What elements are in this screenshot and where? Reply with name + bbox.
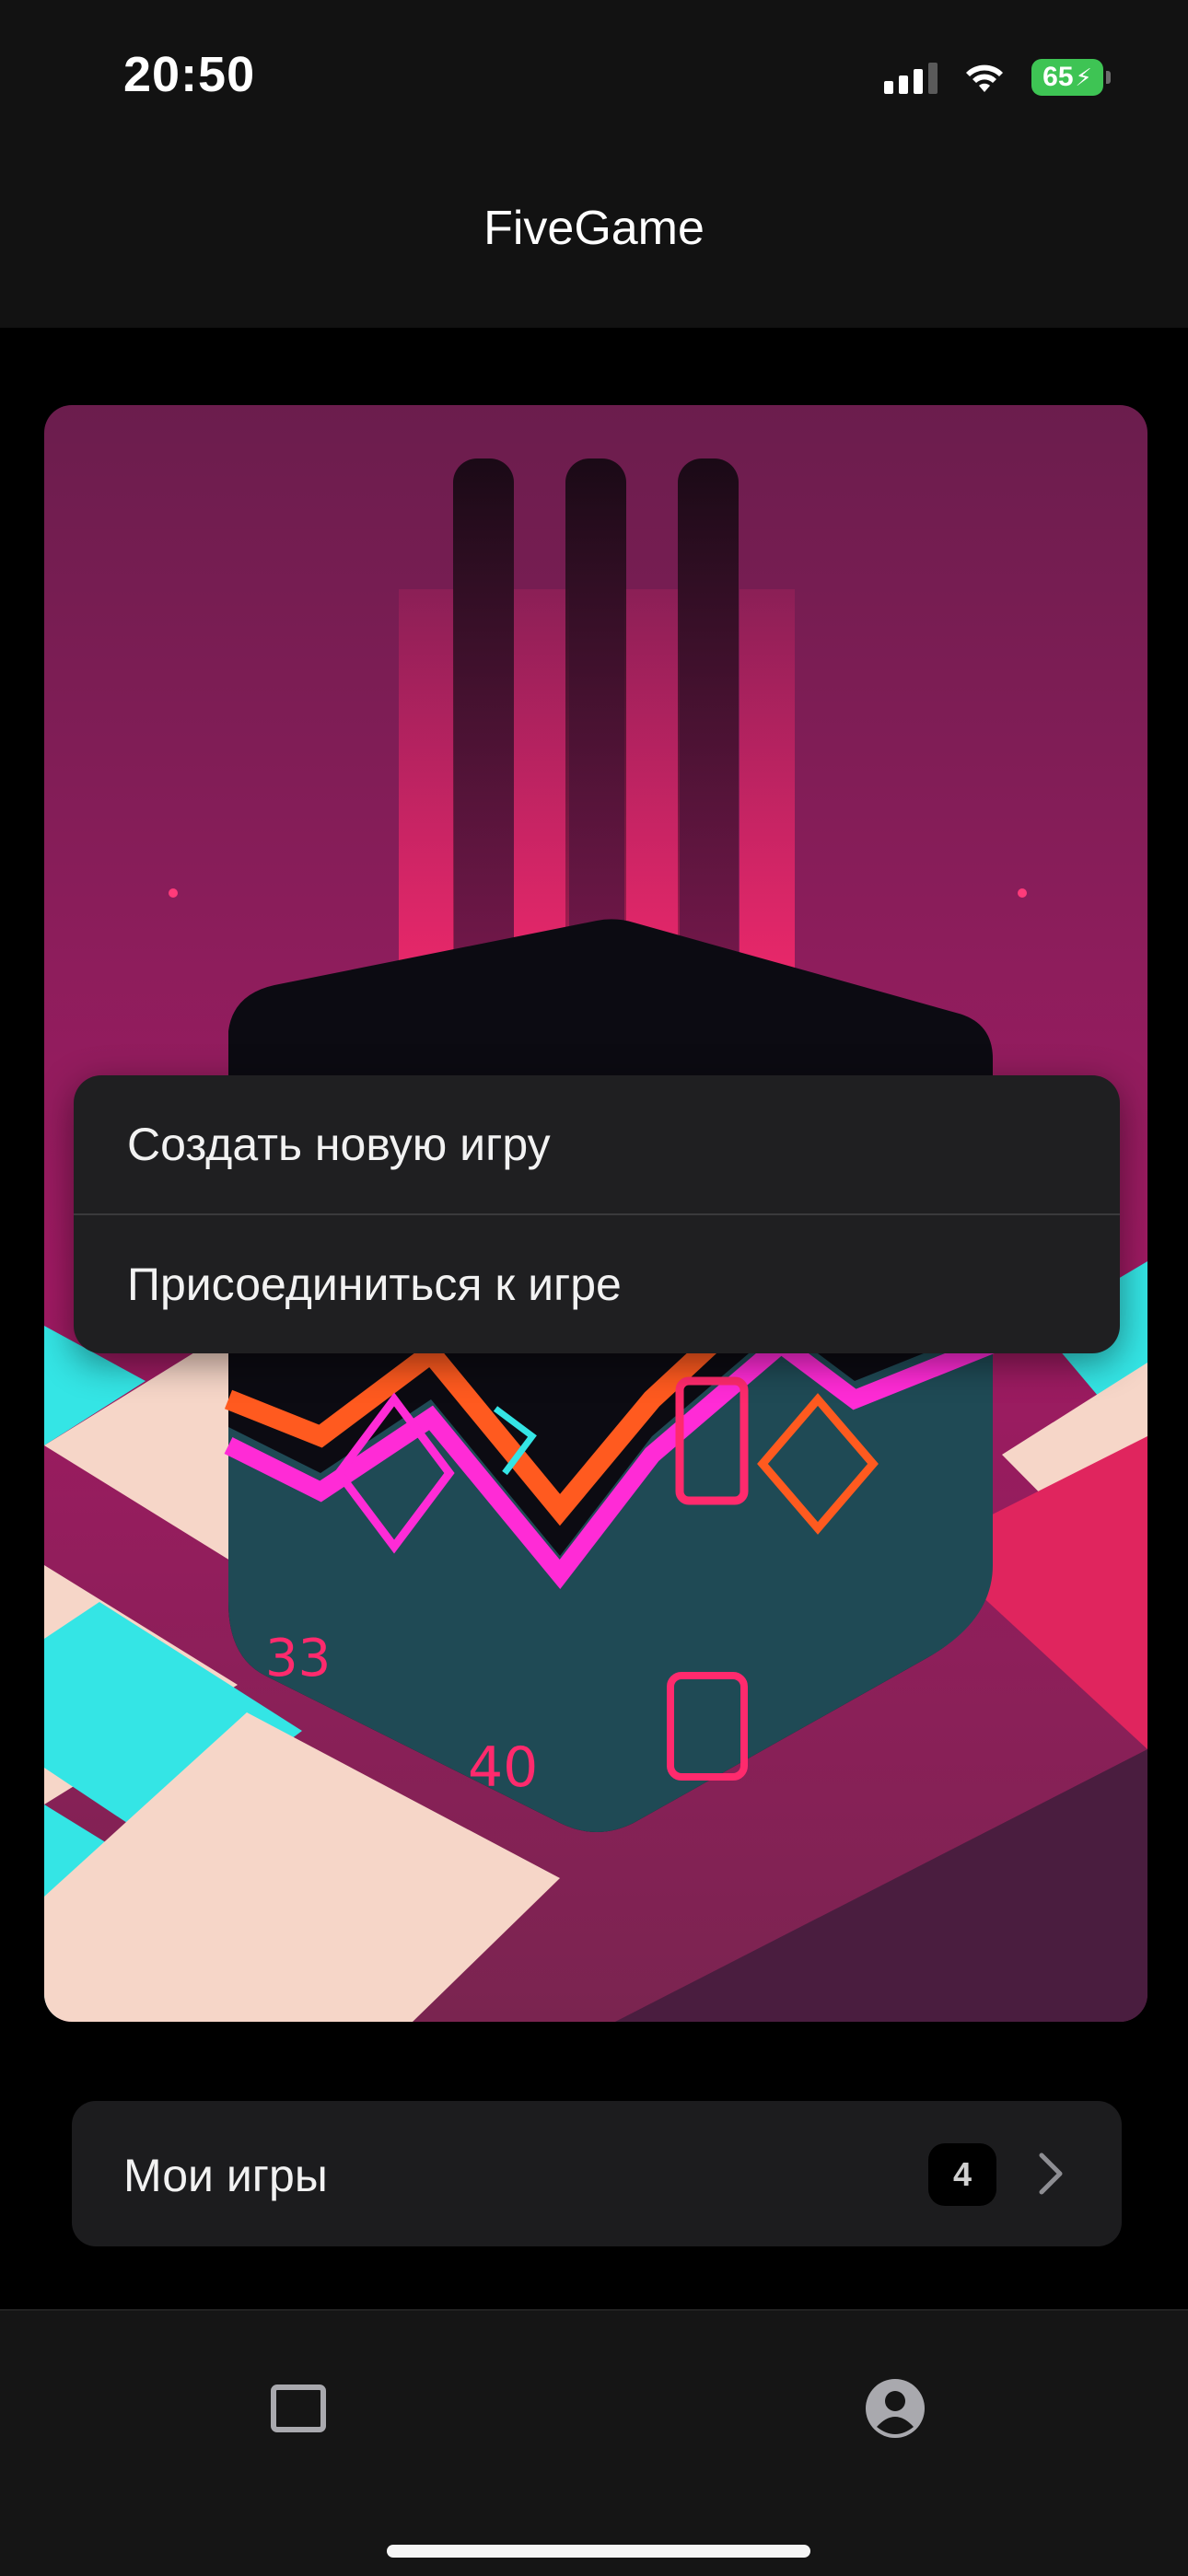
my-games-label: Мои игры <box>123 2150 328 2201</box>
action-menu: Создать новую игру Присоединиться к игре <box>74 1075 1120 1353</box>
tab-profile[interactable] <box>849 2372 941 2445</box>
top-bar: 20:50 65 ⚡ FiveGame <box>0 0 1188 328</box>
games-count-badge: 4 <box>928 2143 996 2206</box>
square-icon <box>271 2385 326 2432</box>
battery-charging-icon: 65 ⚡ <box>1031 59 1111 96</box>
join-game-button[interactable]: Присоединиться к игре <box>74 1215 1120 1353</box>
profile-icon <box>866 2379 925 2438</box>
tab-games[interactable] <box>252 2372 344 2445</box>
home-indicator <box>387 2545 810 2558</box>
chevron-right-icon <box>1039 2152 1063 2195</box>
battery-level: 65 <box>1042 62 1074 92</box>
tab-bar <box>0 2309 1188 2576</box>
status-icons: 65 ⚡ <box>884 59 1111 96</box>
create-new-game-button[interactable]: Создать новую игру <box>74 1075 1120 1213</box>
page-title: FiveGame <box>483 202 705 255</box>
status-time: 20:50 <box>123 47 256 102</box>
signal-icon <box>884 61 938 94</box>
join-game-label: Присоединиться к игре <box>127 1259 622 1310</box>
my-games-button[interactable]: Мои игры 4 <box>72 2101 1122 2246</box>
bolt-icon: ⚡ <box>1075 63 1092 91</box>
create-new-game-label: Создать новую игру <box>127 1119 551 1170</box>
svg-text:40: 40 <box>468 1735 538 1800</box>
svg-text:33: 33 <box>265 1629 331 1688</box>
wifi-icon <box>966 64 1003 92</box>
